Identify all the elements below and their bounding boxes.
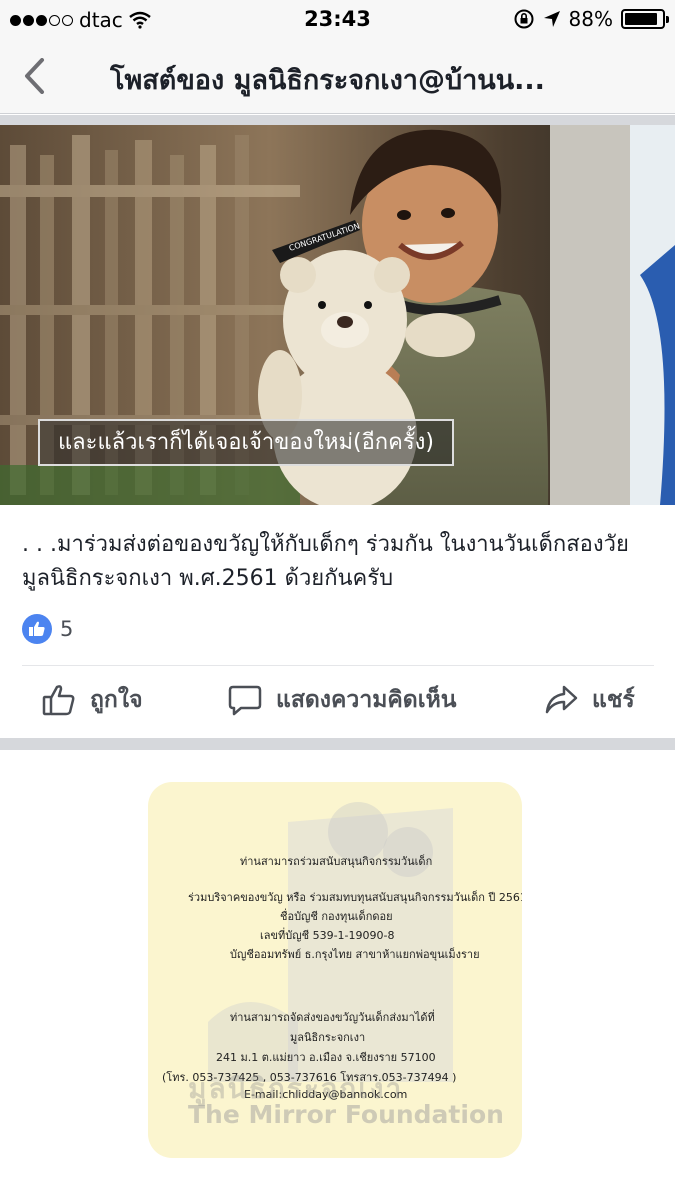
like-button[interactable]: ถูกใจ <box>42 682 143 718</box>
nav-bar: โพสต์ของ มูลนิธิกระจกเงา@บ้านน... <box>0 38 675 114</box>
reaction-count: 5 <box>60 617 74 641</box>
share-icon <box>545 685 578 714</box>
post-actions: ถูกใจ แสดงความคิดเห็น แชร์ <box>0 668 675 736</box>
battery-icon <box>621 9 669 29</box>
page-title: โพสต์ของ มูลนิธิกระจกเงา@บ้านน... <box>110 65 545 96</box>
post-text: . . .มาร่วมส่งต่อของขวัญให้กับเด็กๆ ร่วม… <box>22 532 629 591</box>
comment-label: แสดงความคิดเห็น <box>276 687 457 713</box>
like-label: ถูกใจ <box>90 687 143 713</box>
status-right: 88% <box>513 7 669 31</box>
back-button[interactable] <box>14 56 54 96</box>
status-bar: dtac 23:43 88% <box>0 0 675 38</box>
thumbs-up-icon <box>42 685 75 716</box>
location-arrow-icon <box>543 11 560 27</box>
poster-line: เลขที่บัญชี 539-1-19090-8 <box>260 929 395 942</box>
watermark-english: The Mirror Foundation <box>188 1100 504 1129</box>
battery-percent: 88% <box>568 7 613 31</box>
post-separator <box>0 738 675 750</box>
comment-button[interactable]: แสดงความคิดเห็น <box>228 682 456 718</box>
image-caption: และแล้วเราก็ได้เจอเจ้าของใหม่(อีกครั้ง) <box>38 419 454 466</box>
divider <box>22 665 654 666</box>
poster-line: บัญชีออมทรัพย์ ธ.กรุงไทย สาขาห้าแยกพ่อขุ… <box>230 948 480 961</box>
section-divider <box>0 115 675 125</box>
comment-icon <box>228 685 262 716</box>
poster-line: 241 ม.1 ต.แม่ยาว อ.เมือง จ.เชียงราย 5710… <box>216 1051 436 1064</box>
rotation-lock-icon <box>514 9 534 29</box>
chevron-left-icon <box>25 58 44 94</box>
poster-line: ท่านสามารถจัดส่งของขวัญวันเด็กส่งมาได้ที… <box>230 1011 435 1024</box>
poster-line: มูลนิธิกระจกเงา <box>290 1031 366 1044</box>
battery-fill <box>625 13 657 25</box>
share-button[interactable]: แชร์ <box>544 682 635 718</box>
reactions-summary[interactable]: 5 <box>22 614 73 644</box>
poster-line: ท่านสามารถร่วมสนับสนุนกิจกรรมวันเด็ก <box>240 855 433 868</box>
share-label: แชร์ <box>592 687 635 713</box>
thumbs-up-reaction-icon <box>22 614 52 644</box>
poster-line: ร่วมบริจาคของขวัญ หรือ ร่วมสมทบทุนสนับสน… <box>188 891 522 904</box>
poster-line: ชื่อบัญชี กองทุนเด็กดอย <box>280 910 393 923</box>
donation-poster-image[interactable]: ท่านสามารถร่วมสนับสนุนกิจกรรมวันเด็ก ร่ว… <box>148 782 522 1158</box>
